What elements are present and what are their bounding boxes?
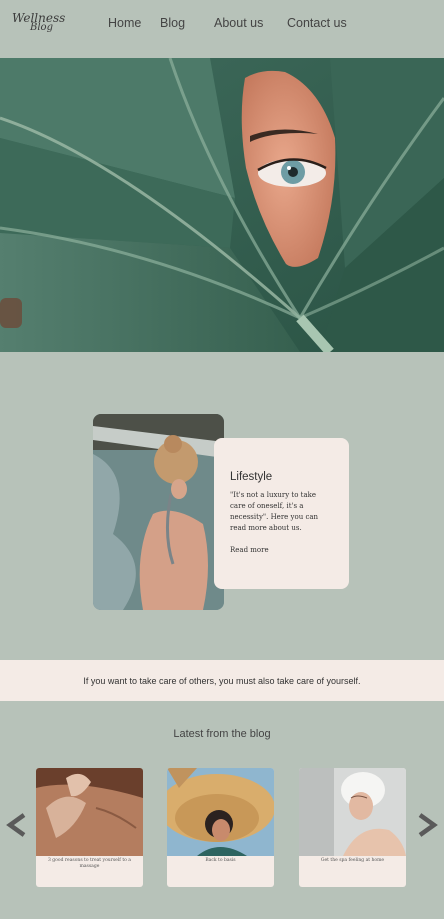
lifestyle-title: Lifestyle xyxy=(230,471,273,483)
blog-post-card[interactable]: Get the spa feeling at home xyxy=(299,768,406,887)
lifestyle-card: Lifestyle "It's not a luxury to take car… xyxy=(214,438,349,589)
chevron-right-icon[interactable] xyxy=(416,813,438,837)
read-more-link[interactable]: Read more xyxy=(230,546,333,554)
nav-home-link[interactable]: Home xyxy=(108,16,141,30)
blog-heading: Latest from the blog xyxy=(173,728,271,740)
hero-image xyxy=(0,58,444,352)
blog-post-card[interactable]: 3 good reasons to treat yourself to a ma… xyxy=(36,768,143,887)
site-logo[interactable]: Wellness Blog xyxy=(12,12,65,40)
blog-post-card[interactable]: Back to basis xyxy=(167,768,274,887)
site-header: Wellness Blog Home Blog About us Contact… xyxy=(0,0,444,58)
post-image xyxy=(299,768,406,856)
post-caption: 3 good reasons to treat yourself to a ma… xyxy=(48,858,131,869)
quote-text: If you want to take care of others, you … xyxy=(83,675,361,686)
nav-contact-link[interactable]: Contact us xyxy=(287,16,347,30)
post-image xyxy=(167,768,274,856)
nav-blog-link[interactable]: Blog xyxy=(160,16,185,30)
post-caption: Back to basis xyxy=(205,858,236,863)
post-image xyxy=(36,768,143,856)
nav-about-link[interactable]: About us xyxy=(214,16,263,30)
lifestyle-photo xyxy=(93,414,224,610)
logo-line2: Blog xyxy=(30,22,53,33)
lifestyle-text: "It's not a luxury to take care of onese… xyxy=(230,491,319,532)
post-caption: Get the spa feeling at home xyxy=(320,858,385,863)
chevron-left-icon[interactable] xyxy=(6,813,28,837)
quote-band: If you want to take care of others, you … xyxy=(0,660,444,701)
